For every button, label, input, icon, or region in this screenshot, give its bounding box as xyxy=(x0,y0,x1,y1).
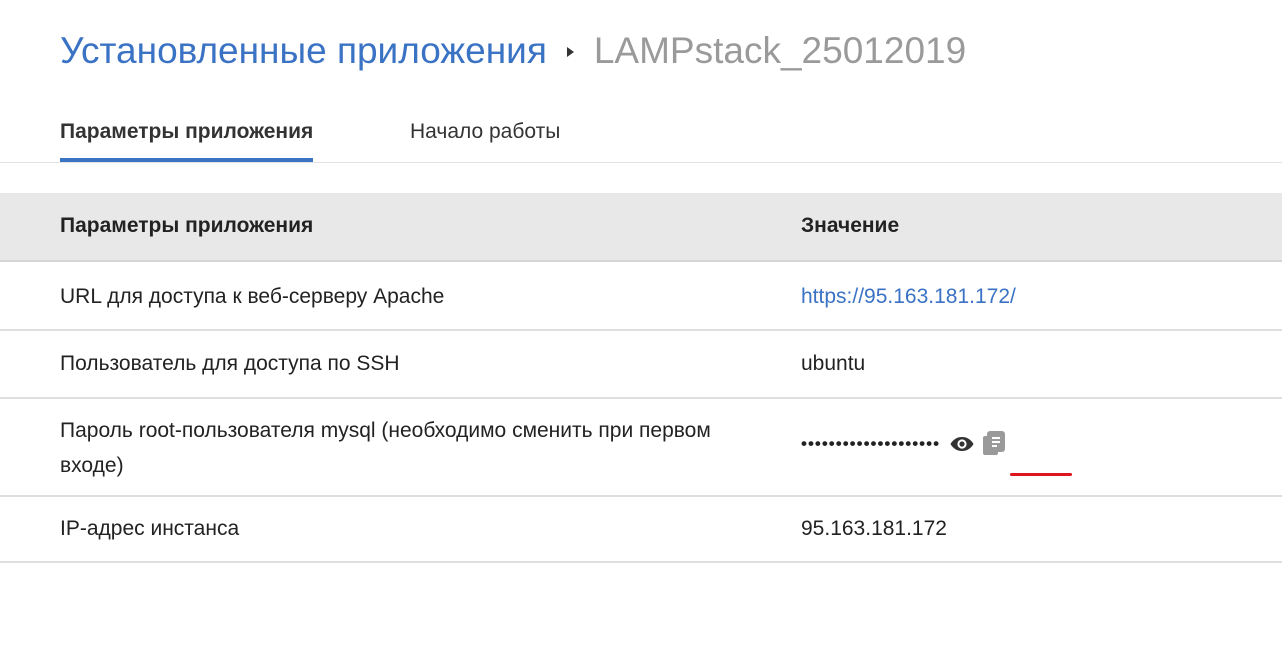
copy-password-button[interactable] xyxy=(980,430,1008,458)
copy-icon xyxy=(983,431,1006,455)
show-password-button[interactable] xyxy=(948,430,976,458)
breadcrumb-arrow-icon xyxy=(566,47,574,57)
breadcrumb-installed-apps-link[interactable]: Установленные приложения xyxy=(60,30,547,72)
tab-app-params[interactable]: Параметры приложения xyxy=(60,106,314,162)
param-name: URL для доступа к веб-серверу Apache xyxy=(60,285,445,308)
param-name: IP-адрес инстанса xyxy=(60,517,240,540)
apache-url-link[interactable]: https://95.163.181.172/ xyxy=(801,279,1016,314)
param-name: Пароль root-пользователя mysql (необходи… xyxy=(60,419,711,477)
masked-password: •••••••••••••••••••• xyxy=(801,434,941,453)
param-value: ubuntu xyxy=(801,352,866,375)
table-header-row: Параметры приложения Значение xyxy=(0,193,1282,262)
highlight-underline xyxy=(1010,473,1072,476)
table-row-ssh-user: Пользователь для доступа по SSH ubuntu xyxy=(0,331,1282,399)
app-params-page: Установленные приложения LAMPstack_25012… xyxy=(0,0,1282,660)
eye-icon xyxy=(950,437,974,451)
breadcrumb: Установленные приложения LAMPstack_25012… xyxy=(60,26,966,76)
param-value: 95.163.181.172 xyxy=(801,517,947,540)
column-header-params: Параметры приложения xyxy=(60,214,314,237)
tab-bar: Параметры приложения Начало работы xyxy=(0,106,1282,163)
table-row-apache-url: URL для доступа к веб-серверу Apache htt… xyxy=(0,262,1282,331)
breadcrumb-current-app: LAMPstack_25012019 xyxy=(593,30,967,71)
params-table: Параметры приложения Значение URL для до… xyxy=(0,193,1282,563)
table-row-ip-address: IP-адрес инстанса 95.163.181.172 xyxy=(0,497,1282,563)
tab-getting-started[interactable]: Начало работы xyxy=(410,106,560,158)
table-row-mysql-password: Пароль root-пользователя mysql (необходи… xyxy=(0,399,1282,497)
column-header-value: Значение xyxy=(801,214,900,237)
param-name: Пользователь для доступа по SSH xyxy=(60,352,400,375)
password-field: •••••••••••••••••••• xyxy=(801,429,1008,459)
